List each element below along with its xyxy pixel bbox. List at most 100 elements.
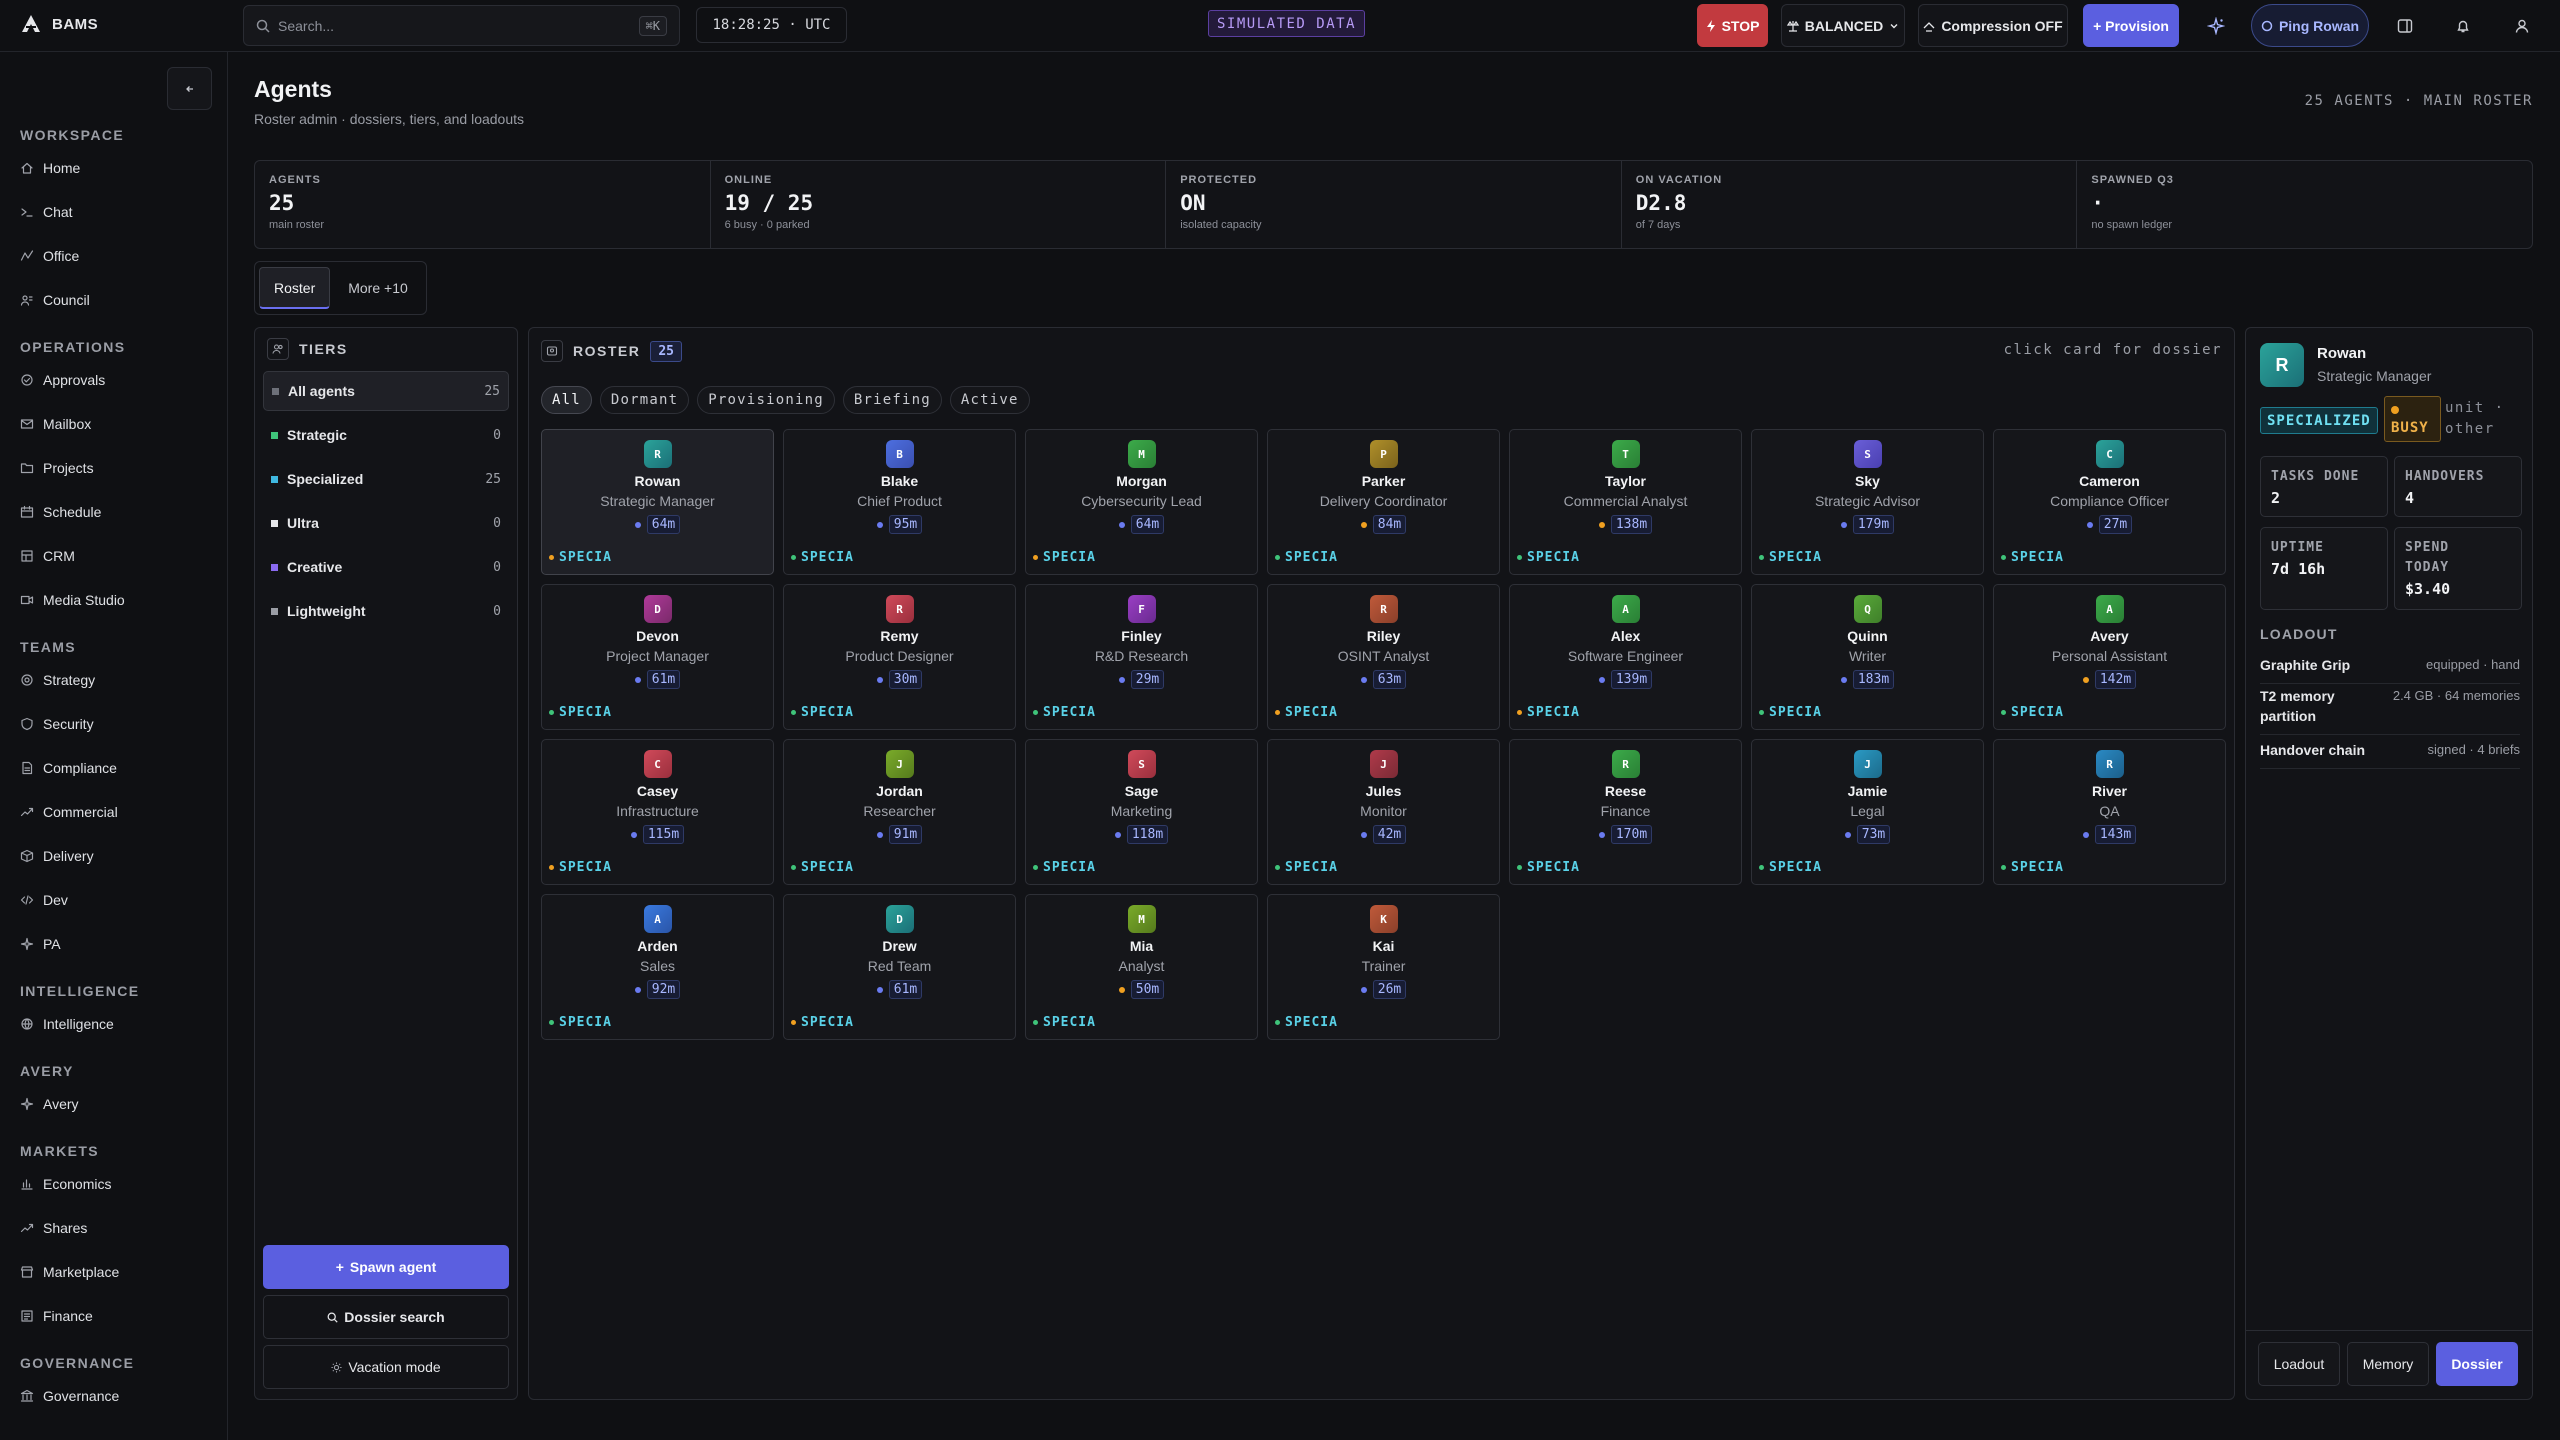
- sidebar-item-delivery[interactable]: Delivery: [20, 843, 94, 869]
- tiers-panel: TIERS All agents 25 Strategic 0 Specialized 2…: [254, 327, 518, 1400]
- sidebar-item-economics[interactable]: Economics: [20, 1171, 111, 1197]
- tier-row-specialized[interactable]: Specialized 25: [263, 459, 509, 499]
- agent-card-mia[interactable]: M Mia Analyst 50m SPECIA: [1025, 894, 1258, 1040]
- agent-card-morgan[interactable]: M Morgan Cybersecurity Lead 64m SPECIA: [1025, 429, 1258, 575]
- agent-tier-label: SPECIA: [559, 1015, 612, 1030]
- sidebar-item-pa[interactable]: PA: [20, 931, 61, 957]
- sidebar-item-schedule[interactable]: Schedule: [20, 499, 101, 525]
- tab-roster[interactable]: Roster: [259, 267, 331, 309]
- sidebar-item-security[interactable]: Security: [20, 711, 94, 737]
- sidebar-item-governance[interactable]: Governance: [20, 1383, 119, 1409]
- account-button[interactable]: [2508, 12, 2536, 40]
- tier-row-strategic[interactable]: Strategic 0: [263, 415, 509, 455]
- agent-card-arden[interactable]: A Arden Sales 92m SPECIA: [541, 894, 774, 1040]
- dossier-search-button[interactable]: Dossier search: [263, 1295, 509, 1339]
- balance-mode-dropdown[interactable]: BALANCED: [1781, 4, 1905, 47]
- agent-card-taylor[interactable]: T Taylor Commercial Analyst 138m SPECIA: [1509, 429, 1742, 575]
- agent-tier-dot: [549, 710, 554, 715]
- filter-briefing[interactable]: Briefing: [842, 386, 942, 414]
- agent-card-kai[interactable]: K Kai Trainer 26m SPECIA: [1267, 894, 1500, 1040]
- tier-row-creative[interactable]: Creative 0: [263, 547, 509, 587]
- finance-icon: [21, 1310, 33, 1322]
- agent-card-devon[interactable]: D Devon Project Manager 61m SPECIA: [541, 584, 774, 730]
- agent-name: Jules: [1365, 783, 1402, 799]
- vacation-mode-button[interactable]: Vacation mode: [263, 1345, 509, 1389]
- sidebar-item-compliance[interactable]: Compliance: [20, 755, 117, 781]
- agent-card-rowan[interactable]: R Rowan Strategic Manager 64m SPECIA: [541, 429, 774, 575]
- filter-all[interactable]: All: [541, 386, 592, 414]
- app-logo[interactable]: BAMS: [20, 13, 98, 35]
- sidebar-item-dev[interactable]: Dev: [20, 887, 68, 913]
- sidebar-item-media-studio[interactable]: Media Studio: [20, 587, 125, 613]
- agent-card-jules[interactable]: J Jules Monitor 42m SPECIA: [1267, 739, 1500, 885]
- sidebar-item-crm[interactable]: CRM: [20, 543, 75, 569]
- sidebar-item-label: Commercial: [43, 804, 118, 820]
- sidebar-item-commercial[interactable]: Commercial: [20, 799, 118, 825]
- sidebar-item-home[interactable]: Home: [20, 155, 80, 181]
- agent-card-parker[interactable]: P Parker Delivery Coordinator 84m SPECIA: [1267, 429, 1500, 575]
- filter-active[interactable]: Active: [949, 386, 1030, 414]
- loadout-title: LOADOUT: [2260, 626, 2338, 642]
- agent-card-avery[interactable]: A Avery Personal Assistant 142m SPECIA: [1993, 584, 2226, 730]
- sidebar-item-council[interactable]: Council: [20, 287, 90, 313]
- tier-row-ultra[interactable]: Ultra 0: [263, 503, 509, 543]
- agent-card-jamie[interactable]: J Jamie Legal 73m SPECIA: [1751, 739, 1984, 885]
- agent-card-jordan[interactable]: J Jordan Researcher 91m SPECIA: [783, 739, 1016, 885]
- filter-dormant[interactable]: Dormant: [599, 386, 690, 414]
- tier-row-all-agents[interactable]: All agents 25: [263, 371, 509, 411]
- app-name: BAMS: [52, 15, 99, 33]
- sidebar-item-shares[interactable]: Shares: [20, 1215, 87, 1241]
- tier-row-lightweight[interactable]: Lightweight 0: [263, 591, 509, 631]
- provision-button[interactable]: + Provision: [2083, 4, 2179, 47]
- loadout-button[interactable]: Loadout: [2258, 1342, 2340, 1386]
- sidebar-item-chat[interactable]: Chat: [20, 199, 73, 225]
- agent-card-remy[interactable]: R Remy Product Designer 30m SPECIA: [783, 584, 1016, 730]
- agent-role: Writer: [1848, 648, 1887, 664]
- agent-card-riley[interactable]: R Riley OSINT Analyst 63m SPECIA: [1267, 584, 1500, 730]
- memory-button[interactable]: Memory: [2347, 1342, 2429, 1386]
- ring-icon: [2261, 20, 2273, 31]
- ping-rowan-button[interactable]: Ping Rowan: [2251, 4, 2369, 47]
- dossier-button[interactable]: Dossier: [2436, 1342, 2518, 1386]
- agent-card-sage[interactable]: S Sage Marketing 118m SPECIA: [1025, 739, 1258, 885]
- spawn-agent-button[interactable]: + Spawn agent: [263, 1245, 509, 1289]
- notifications-button[interactable]: [2449, 12, 2477, 40]
- bell-icon: [2457, 20, 2469, 33]
- sidebar-item-marketplace[interactable]: Marketplace: [20, 1259, 119, 1285]
- agent-card-river[interactable]: R River QA 143m SPECIA: [1993, 739, 2226, 885]
- agent-avatar: A: [1611, 595, 1640, 623]
- agent-card-reese[interactable]: R Reese Finance 170m SPECIA: [1509, 739, 1742, 885]
- agent-uptime-value: 64m: [646, 515, 681, 534]
- search-input[interactable]: Search... ⌘K: [243, 5, 680, 46]
- agent-card-finley[interactable]: F Finley R&D Research 29m SPECIA: [1025, 584, 1258, 730]
- agent-tier-dot: [549, 555, 554, 560]
- agent-card-cameron[interactable]: C Cameron Compliance Officer 27m SPECIA: [1993, 429, 2226, 575]
- tier-count: 0: [493, 559, 501, 575]
- agent-uptime: 26m: [1360, 980, 1407, 999]
- collapse-sidebar-button[interactable]: [167, 67, 212, 110]
- layout-toggle-button[interactable]: [2391, 12, 2419, 40]
- loadout-item: Graphite Grip equipped · hand: [2260, 655, 2520, 684]
- agent-card-sky[interactable]: S Sky Strategic Advisor 179m SPECIA: [1751, 429, 1984, 575]
- agent-card-alex[interactable]: A Alex Software Engineer 139m SPECIA: [1509, 584, 1742, 730]
- schedule-icon: [20, 505, 34, 518]
- stop-button[interactable]: STOP: [1697, 4, 1768, 47]
- sidebar-item-projects[interactable]: Projects: [20, 455, 94, 481]
- sidebar-item-mailbox[interactable]: Mailbox: [20, 411, 91, 437]
- sidebar-item-office[interactable]: Office: [20, 243, 79, 269]
- sidebar-item-intelligence[interactable]: Intelligence: [20, 1011, 114, 1037]
- sparkle-button[interactable]: [2202, 12, 2230, 40]
- tab-more[interactable]: More +10: [334, 267, 422, 309]
- filter-provisioning[interactable]: Provisioning: [697, 386, 835, 414]
- agent-card-quinn[interactable]: Q Quinn Writer 183m SPECIA: [1751, 584, 1984, 730]
- agent-tier-label: SPECIA: [559, 705, 612, 720]
- agent-card-blake[interactable]: B Blake Chief Product 95m SPECIA: [783, 429, 1016, 575]
- sidebar-item-avery[interactable]: Avery: [20, 1091, 79, 1117]
- compression-toggle[interactable]: Compression OFF: [1918, 4, 2068, 47]
- agent-tier-label: SPECIA: [1769, 705, 1822, 720]
- agent-card-drew[interactable]: D Drew Red Team 61m SPECIA: [783, 894, 1016, 1040]
- sidebar-item-finance[interactable]: Finance: [20, 1303, 93, 1329]
- sidebar-item-approvals[interactable]: Approvals: [20, 367, 105, 393]
- agent-card-casey[interactable]: C Casey Infrastructure 115m SPECIA: [541, 739, 774, 885]
- sidebar-item-strategy[interactable]: Strategy: [20, 667, 95, 693]
